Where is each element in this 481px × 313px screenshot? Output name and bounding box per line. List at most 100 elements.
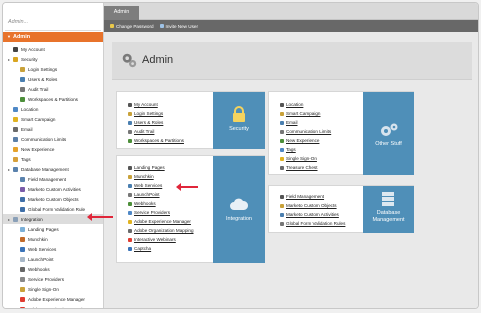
sidebar-item-field-management[interactable]: Field Management xyxy=(3,174,103,184)
link-label: Interactive Webinars xyxy=(134,237,176,242)
admin-link-adobe-organization-mapping[interactable]: Adobe Organization Mapping xyxy=(128,226,194,235)
security-badge-label: Security xyxy=(229,126,249,132)
sidebar-item-icon xyxy=(13,106,18,112)
sidebar-item-marketo-custom-activities[interactable]: Marketo Custom Activities xyxy=(3,184,103,194)
sidebar-item-icon xyxy=(20,296,25,302)
sidebar-item-adobe-organization-mapping[interactable]: Adobe Organization Mapping xyxy=(3,304,103,308)
sidebar-item-location[interactable]: Location xyxy=(3,104,103,114)
sidebar-item-label: Login Settings xyxy=(28,66,58,72)
invite-user-button[interactable]: Invite New User xyxy=(159,24,198,29)
annotation-arrow xyxy=(176,183,198,191)
sidebar-item-icon xyxy=(20,86,25,92)
database-links: Field Management Marketo Custom Objects Ma… xyxy=(280,192,345,228)
sidebar-item-service-providers[interactable]: Service Providers xyxy=(3,274,103,284)
link-icon xyxy=(280,165,284,170)
sidebar-item-landing-pages[interactable]: Landing Pages xyxy=(3,224,103,234)
admin-link-marketo-custom-objects[interactable]: Marketo Custom Objects xyxy=(280,201,345,210)
sidebar-item-munchkin[interactable]: Munchkin xyxy=(3,234,103,244)
link-label: Marketo Custom Objects xyxy=(286,203,337,208)
annotation-arrow xyxy=(87,213,113,221)
link-label: Webhooks xyxy=(134,201,156,206)
integration-badge[interactable]: Integration xyxy=(213,156,265,263)
sidebar-item-users-roles[interactable]: Users & Roles xyxy=(3,74,103,84)
admin-link-communication-limits[interactable]: Communication Limits xyxy=(280,127,331,136)
tab-admin[interactable]: Admin xyxy=(104,6,139,20)
security-badge[interactable]: Security xyxy=(213,92,265,149)
sidebar-item-communication-limits[interactable]: Communication Limits xyxy=(3,134,103,144)
admin-link-interactive-webinars[interactable]: Interactive Webinars xyxy=(128,235,194,244)
sidebar-item-new-experience[interactable]: New Experience xyxy=(3,144,103,154)
admin-link-adobe-experience-manager[interactable]: Adobe Experience Manager xyxy=(128,217,194,226)
admin-link-launchpoint[interactable]: LaunchPoint xyxy=(128,190,194,199)
sidebar-item-webhooks[interactable]: Webhooks xyxy=(3,264,103,274)
sidebar-item-admin[interactable]: ▼ Admin xyxy=(3,32,103,42)
other-stuff-card: Location Smart Campaign Email Communication… xyxy=(268,91,414,175)
sidebar-item-workspaces-partitions[interactable]: Workspaces & Partitions xyxy=(3,94,103,104)
sidebar-item-label: Tags xyxy=(21,156,31,162)
link-label: Marketo Custom Activities xyxy=(286,212,339,217)
change-password-button[interactable]: Change Password xyxy=(110,24,154,29)
sidebar-item-label: Marketo Custom Activities xyxy=(28,186,81,192)
sidebar-item-smart-campaign[interactable]: Smart Campaign xyxy=(3,114,103,124)
other-stuff-badge[interactable]: Other Stuff xyxy=(363,92,414,175)
link-icon xyxy=(280,221,284,226)
sidebar-item-tags[interactable]: Tags xyxy=(3,154,103,164)
admin-link-location[interactable]: Location xyxy=(280,100,331,109)
admin-link-email[interactable]: Email xyxy=(280,118,331,127)
sidebar-search-input[interactable]: Admin... xyxy=(5,17,101,31)
sidebar-tree: My Account ▸ Security Login Settings Users &… xyxy=(3,44,103,308)
sidebar-item-my-account[interactable]: My Account xyxy=(3,44,103,54)
admin-link-webhooks[interactable]: Webhooks xyxy=(128,199,194,208)
admin-link-new-experience[interactable]: New Experience xyxy=(280,136,331,145)
admin-link-tags[interactable]: Tags xyxy=(280,145,331,154)
sidebar-item-email[interactable]: Email xyxy=(3,124,103,134)
sidebar-item-label: Admin xyxy=(12,34,31,40)
admin-link-smart-campaign[interactable]: Smart Campaign xyxy=(280,109,331,118)
app-window: Admin... ▼ Admin My Account ▸ Security Login… xyxy=(2,2,479,309)
link-label: Munchkin xyxy=(134,174,154,179)
admin-link-global-form-validation-rules[interactable]: Global Form Validation Rules xyxy=(280,219,345,228)
admin-link-users-roles[interactable]: Users & Roles xyxy=(128,118,184,127)
sidebar-item-database-management[interactable]: ▸ Database Management xyxy=(3,164,103,174)
admin-link-captcha[interactable]: Captcha xyxy=(128,244,194,253)
sidebar-item-launchpoint[interactable]: LaunchPoint xyxy=(3,254,103,264)
sidebar-item-audit-trail[interactable]: Audit Trail xyxy=(3,84,103,94)
sidebar-item-login-settings[interactable]: Login Settings xyxy=(3,64,103,74)
sidebar-item-label: Integration xyxy=(21,216,43,222)
sidebar-item-label: Marketo Custom Objects xyxy=(28,196,79,202)
admin-link-treasure-chest[interactable]: Treasure Chest xyxy=(280,163,331,172)
sidebar-item-icon xyxy=(20,246,25,252)
admin-link-audit-trail[interactable]: Audit Trail xyxy=(128,127,184,136)
other-stuff-links: Location Smart Campaign Email Communication… xyxy=(280,100,331,172)
link-label: Adobe Organization Mapping xyxy=(134,228,194,233)
admin-link-munchkin[interactable]: Munchkin xyxy=(128,172,194,181)
admin-link-my-account[interactable]: My Account xyxy=(128,100,184,109)
admin-link-login-settings[interactable]: Login Settings xyxy=(128,109,184,118)
link-label: Adobe Experience Manager xyxy=(134,219,191,224)
sidebar-item-label: Workspaces & Partitions xyxy=(28,96,78,102)
link-icon xyxy=(280,212,284,217)
database-badge[interactable]: Database Management xyxy=(363,186,414,233)
sidebar-item-marketo-custom-objects[interactable]: Marketo Custom Objects xyxy=(3,194,103,204)
admin-link-marketo-custom-activities[interactable]: Marketo Custom Activities xyxy=(280,210,345,219)
admin-link-landing-pages[interactable]: Landing Pages xyxy=(128,163,194,172)
admin-link-field-management[interactable]: Field Management xyxy=(280,192,345,201)
admin-link-service-providers[interactable]: Service Providers xyxy=(128,208,194,217)
sidebar-item-icon xyxy=(13,136,18,142)
sidebar-item-security[interactable]: ▸ Security xyxy=(3,54,103,64)
integration-links: Landing Pages Munchkin Web Services LaunchP… xyxy=(128,163,194,253)
sidebar-item-icon xyxy=(20,306,25,308)
tab-bar: Admin xyxy=(104,3,478,20)
gear-icon xyxy=(122,53,137,68)
sidebar-item-web-services[interactable]: Web Services xyxy=(3,244,103,254)
sidebar-item-icon xyxy=(20,186,25,192)
link-label: Captcha xyxy=(134,246,152,251)
sidebar-item-icon xyxy=(20,196,25,202)
link-label: Smart Campaign xyxy=(286,111,321,116)
sidebar-item-single-sign-on[interactable]: Single Sign-On xyxy=(3,284,103,294)
admin-link-single-sign-on[interactable]: Single Sign-On xyxy=(280,154,331,163)
link-label: Email xyxy=(286,120,298,125)
admin-link-workspaces-partitions[interactable]: Workspaces & Partitions xyxy=(128,136,184,145)
sidebar-item-adobe-experience-manager[interactable]: Adobe Experience Manager xyxy=(3,294,103,304)
link-label: Landing Pages xyxy=(134,165,165,170)
